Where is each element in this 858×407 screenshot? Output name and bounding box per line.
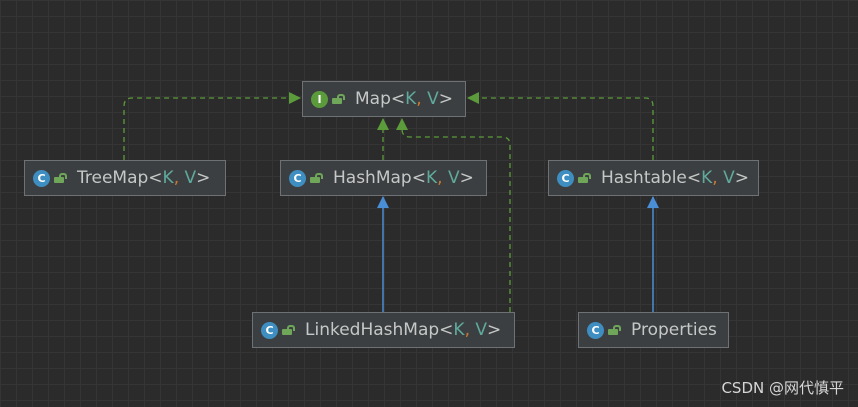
public-access-icon (54, 173, 67, 183)
public-access-icon (332, 94, 345, 104)
type-param-comma: , (712, 168, 718, 188)
type-bracket-close: > (734, 168, 749, 188)
type-bracket-close: > (459, 168, 474, 188)
type-param-v: V (184, 168, 197, 188)
type-name: Properties (631, 320, 717, 340)
type-name: Map (355, 89, 391, 109)
public-access-icon (608, 325, 621, 335)
type-name: TreeMap (77, 168, 149, 188)
public-access-icon (282, 325, 295, 335)
type-param-v: V (447, 168, 460, 188)
public-access-icon (310, 173, 323, 183)
type-bracket-open: < (439, 320, 454, 340)
type-bracket-close: > (196, 168, 211, 188)
type-param-comma: , (464, 320, 470, 340)
class-icon: C (587, 321, 604, 339)
type-bracket-open: < (148, 168, 163, 188)
type-param-k: K (425, 168, 438, 188)
type-param-comma: , (437, 168, 443, 188)
type-param-v: V (475, 320, 488, 340)
node-map[interactable]: I Map < K, V > (302, 81, 466, 117)
type-name: LinkedHashMap (305, 320, 440, 340)
type-param-comma: , (173, 168, 180, 188)
type-bracket-open: < (411, 168, 426, 188)
edge-treemap-implements-map (123, 92, 301, 160)
node-treemap[interactable]: C TreeMap < K, V > (24, 160, 226, 196)
watermark: CSDN @网代慎平 (721, 379, 844, 397)
type-param-k: K (701, 168, 713, 188)
interface-icon: I (311, 90, 328, 108)
type-bracket-open: < (686, 168, 702, 188)
node-hashmap[interactable]: C HashMap < K, V > (280, 160, 487, 196)
type-bracket-close: > (438, 89, 453, 109)
type-bracket-open: < (390, 89, 406, 109)
type-name: Hashtable (601, 168, 687, 188)
type-name: HashMap (333, 168, 412, 188)
edge-linkedhashmap-implements-map (396, 118, 511, 312)
class-icon: C (289, 169, 306, 187)
public-access-icon (578, 173, 591, 183)
node-hashtable[interactable]: C Hashtable < K, V > (548, 160, 759, 196)
class-icon: C (33, 169, 50, 187)
type-bracket-close: > (487, 320, 502, 340)
node-properties[interactable]: C Properties (578, 312, 729, 348)
type-param-v: V (723, 168, 735, 188)
type-param-comma: , (416, 89, 422, 109)
class-icon: C (261, 321, 278, 339)
class-icon: C (557, 169, 574, 187)
type-param-k: K (405, 89, 417, 109)
type-param-v: V (427, 89, 439, 109)
node-linkedhashmap[interactable]: C LinkedHashMap < K, V > (252, 312, 515, 348)
type-param-k: K (162, 168, 174, 188)
edge-hashtable-implements-map (467, 92, 654, 160)
type-param-k: K (453, 320, 465, 340)
